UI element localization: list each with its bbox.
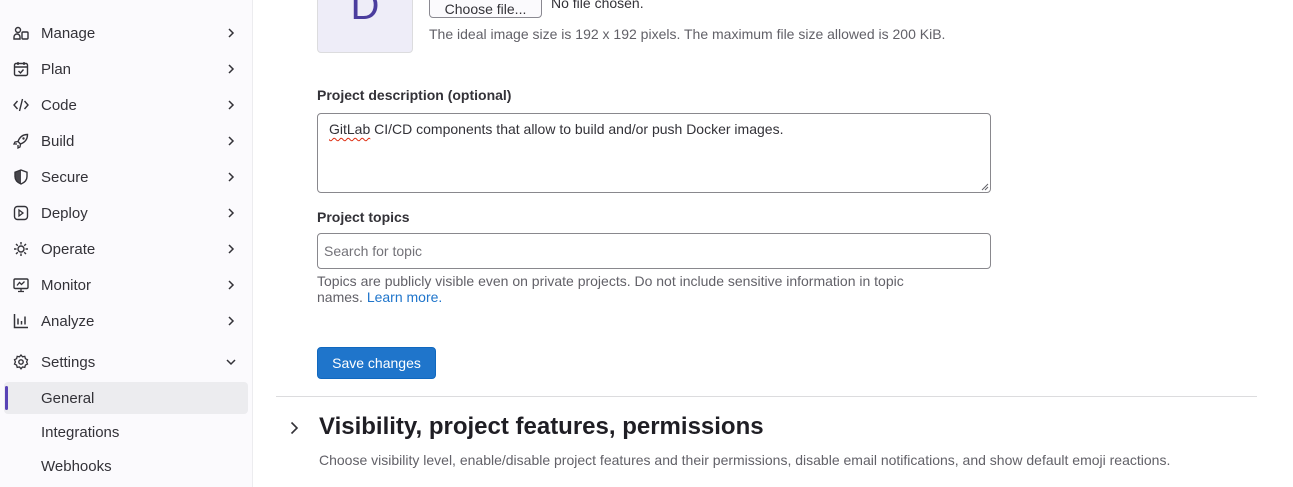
sidebar-item-label: Settings	[41, 353, 96, 371]
sidebar-subitem-webhooks[interactable]: Webhooks	[4, 450, 248, 482]
code-icon	[13, 98, 29, 112]
sidebar-item-settings[interactable]: Settings	[4, 346, 248, 378]
shield-icon	[14, 169, 28, 185]
sidebar-item-label: Operate	[41, 240, 96, 258]
sidebar-subitem-label: Integrations	[41, 424, 120, 441]
operate-icon	[14, 242, 28, 256]
chevron-right-icon	[228, 28, 235, 38]
sidebar-item-monitor[interactable]: Monitor	[4, 269, 248, 301]
sidebar-item-label: Deploy	[41, 204, 88, 222]
sidebar-item-operate[interactable]: Operate	[4, 233, 248, 265]
topics-help-text: Topics are publicly visible even on priv…	[317, 273, 997, 305]
sidebar-item-build[interactable]: Build	[4, 125, 248, 157]
sidebar-item-plan[interactable]: Plan	[4, 53, 248, 85]
search-topic-input[interactable]	[317, 233, 991, 269]
sidebar-item-label: Build	[41, 132, 75, 150]
learn-more-link[interactable]: Learn more.	[367, 289, 442, 305]
project-avatar: D	[317, 0, 413, 53]
description-text: CI/CD components that allow to build and…	[370, 121, 784, 137]
chevron-right-icon[interactable]	[286, 420, 302, 436]
sidebar-item-manage[interactable]: Manage	[4, 17, 248, 49]
avatar-help-text: The ideal image size is 192 x 192 pixels…	[429, 26, 946, 42]
sidebar-item-label: Code	[41, 96, 77, 114]
file-status: No file chosen.	[551, 0, 644, 11]
chevron-down-icon	[226, 359, 236, 366]
save-changes-button[interactable]: Save changes	[317, 347, 436, 379]
chevron-right-icon	[228, 64, 235, 74]
analyze-icon	[13, 314, 28, 329]
resize-handle-icon[interactable]	[981, 183, 989, 191]
project-description-label: Project description (optional)	[317, 87, 512, 103]
sidebar-item-label: Manage	[41, 24, 96, 42]
project-description-textarea[interactable]: GitLab CI/CD components that allow to bu…	[317, 113, 991, 193]
sidebar-item-label: Secure	[41, 168, 89, 186]
sidebar-subitem-label: General	[41, 390, 95, 407]
sidebar-subitem-integrations[interactable]: Integrations	[4, 416, 248, 448]
deploy-icon	[13, 205, 29, 221]
sidebar-item-label: Analyze	[41, 312, 95, 330]
visibility-section-title[interactable]: Visibility, project features, permission…	[319, 413, 764, 441]
sidebar-item-code[interactable]: Code	[4, 89, 248, 121]
chevron-right-icon	[228, 208, 235, 218]
sidebar-item-analyze[interactable]: Analyze	[4, 305, 248, 337]
topics-help-line2: names.	[317, 289, 367, 305]
chevron-right-icon	[228, 172, 235, 182]
manage-icon	[13, 26, 29, 40]
avatar-letter: D	[350, 0, 380, 28]
topics-help-line1: Topics are publicly visible even on priv…	[317, 273, 904, 289]
choose-file-button[interactable]: Choose file...	[429, 0, 542, 18]
section-divider	[276, 396, 1257, 397]
chevron-right-icon	[228, 100, 235, 110]
sidebar-subitem-label: Webhooks	[41, 458, 112, 475]
sidebar-item-secure[interactable]: Secure	[4, 161, 248, 193]
chevron-right-icon	[228, 244, 235, 254]
sidebar-item-deploy[interactable]: Deploy	[4, 197, 248, 229]
monitor-icon	[13, 278, 29, 293]
visibility-section-description: Choose visibility level, enable/disable …	[319, 452, 1171, 468]
project-topics-label: Project topics	[317, 209, 410, 225]
sidebar-item-label: Plan	[41, 60, 72, 78]
sidebar-subitem-general[interactable]: General	[4, 382, 248, 414]
misspelled-word: GitLab	[329, 121, 371, 137]
chevron-right-icon	[228, 316, 235, 326]
plan-icon	[13, 62, 29, 77]
build-icon	[13, 133, 29, 149]
gear-icon	[13, 354, 29, 370]
sidebar-item-label: Monitor	[41, 276, 92, 294]
chevron-right-icon	[228, 136, 235, 146]
chevron-right-icon	[228, 280, 235, 290]
sidebar: Manage Plan Code Build Secure Deploy Ope…	[0, 0, 253, 487]
